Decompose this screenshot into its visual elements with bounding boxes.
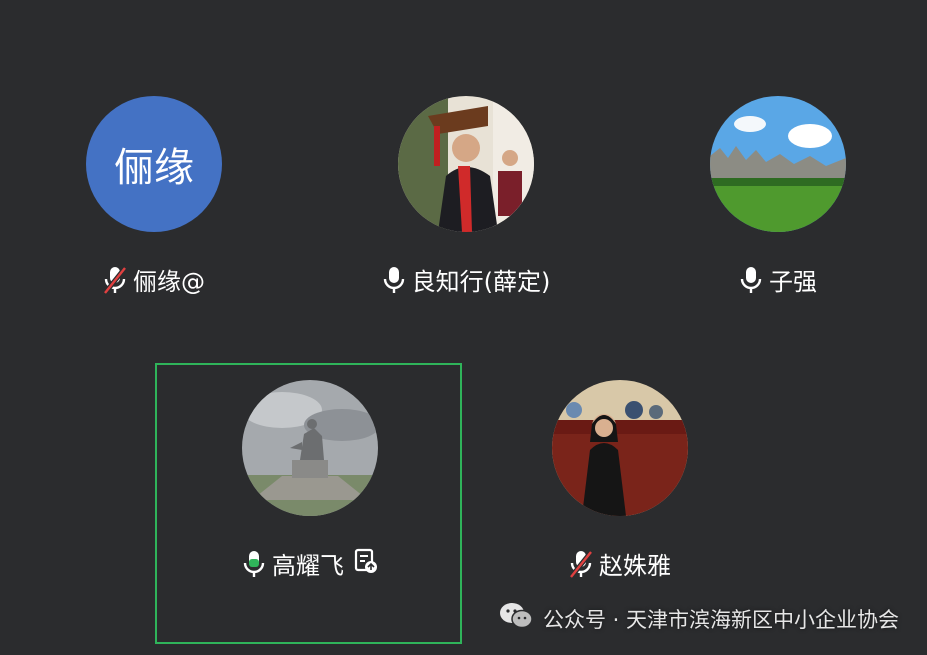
mic-icon (739, 265, 763, 295)
wechat-icon (499, 602, 533, 635)
participant-tile[interactable]: 赵姝雅 (490, 380, 750, 581)
participant-tile[interactable]: 良知行(薛定) (336, 96, 596, 297)
participant-tile-active[interactable]: 高耀飞 (180, 380, 440, 581)
participant-name: 俪缘@ (133, 268, 205, 296)
watermark: 公众号 · 天津市滨海新区中小企业协会 (499, 602, 899, 635)
participant-name: 高耀飞 (272, 552, 344, 580)
screen-share-icon (354, 548, 378, 580)
participant-name: 子强 (769, 268, 817, 296)
mic-muted-icon (103, 265, 127, 295)
avatar-photo (398, 96, 534, 232)
participant-name-row: 子强 (739, 262, 817, 297)
avatar-initials: 俪缘 (114, 145, 194, 191)
participant-name-row: 高耀飞 (242, 546, 378, 581)
watermark-text: 公众号 · 天津市滨海新区中小企业协会 (542, 607, 899, 632)
avatar-photo (242, 380, 378, 516)
participant-tile[interactable]: 俪缘 俪缘@ (24, 96, 284, 297)
mic-icon (382, 265, 406, 295)
participant-name: 赵姝雅 (599, 552, 671, 580)
participant-name: 良知行(薛定) (411, 268, 551, 296)
avatar-photo (710, 96, 846, 232)
participant-tile[interactable]: 子强 (648, 96, 908, 297)
participant-name-row: 赵姝雅 (569, 546, 671, 581)
participant-name-row: 良知行(薛定) (382, 262, 551, 297)
avatar: 俪缘 (86, 96, 222, 232)
mic-speaking-icon (242, 549, 266, 579)
mic-muted-icon (569, 549, 593, 579)
participant-name-row: 俪缘@ (103, 262, 205, 297)
avatar-photo (552, 380, 688, 516)
